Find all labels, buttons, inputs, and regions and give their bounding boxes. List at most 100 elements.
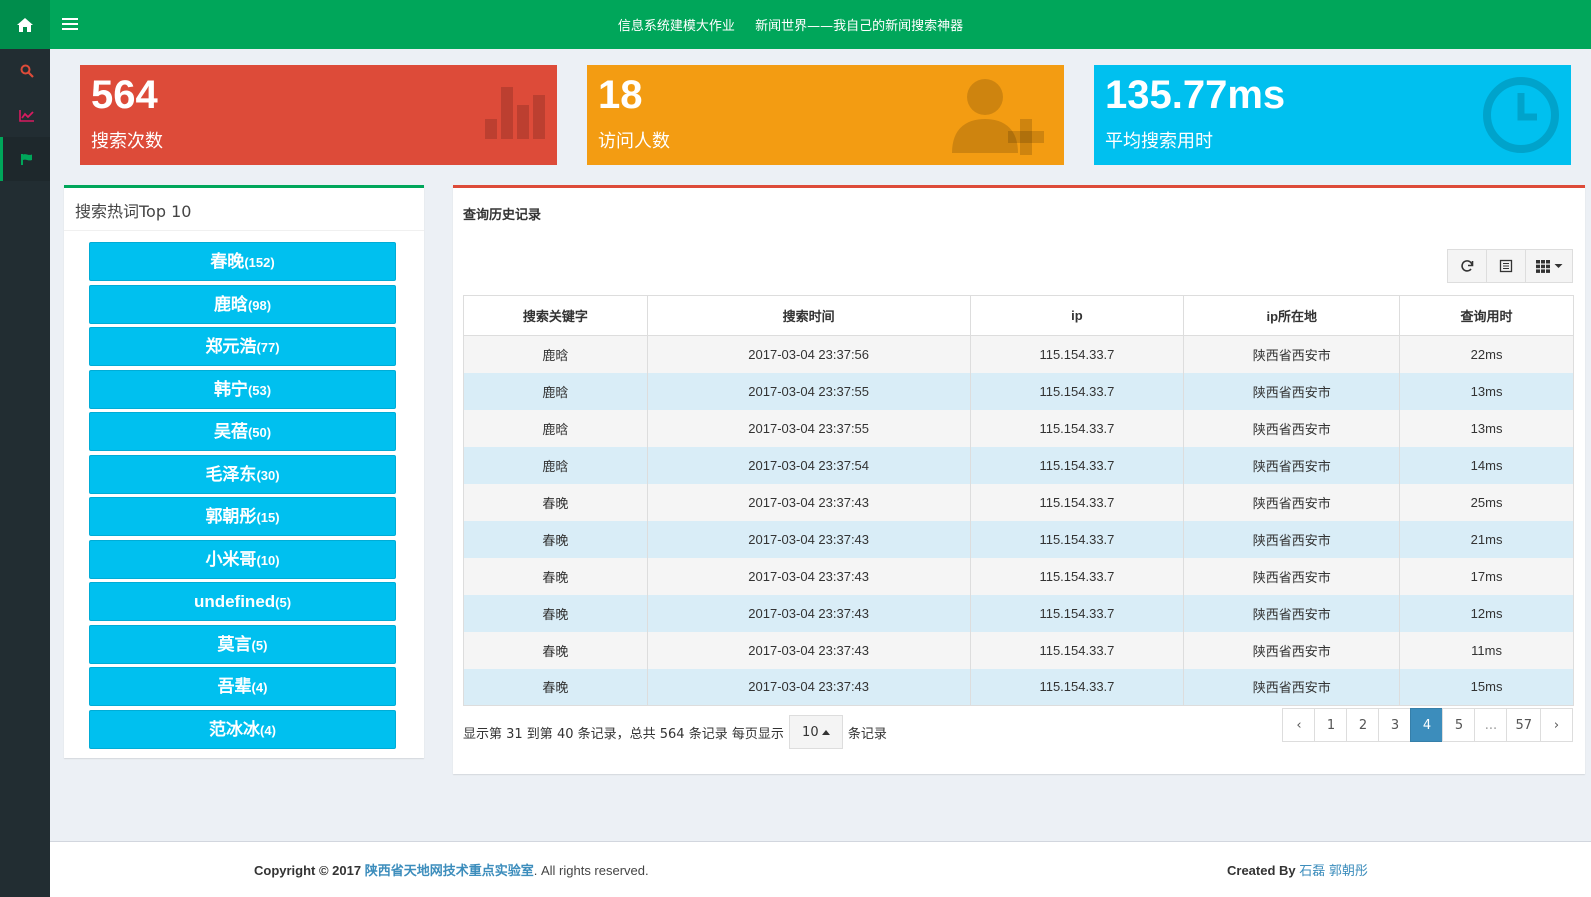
column-header[interactable]: ip bbox=[969, 295, 1185, 336]
hot-word-button[interactable]: 郑元浩(77) bbox=[89, 327, 396, 366]
hot-word-count: (10) bbox=[256, 552, 280, 568]
table-row[interactable]: 春晚 2017-03-04 23:37:43 115.154.33.7 陕西省西安市 1… bbox=[463, 557, 1574, 595]
page-button[interactable]: 3 bbox=[1378, 708, 1412, 742]
table-cell: 2017-03-04 23:37:54 bbox=[646, 446, 971, 484]
stat-searches-label: 搜索次数 bbox=[91, 131, 163, 152]
hot-word-label: 鹿晗 bbox=[213, 294, 248, 314]
prev-page-button[interactable]: ‹ bbox=[1282, 708, 1316, 742]
table-cell: 陕西省西安市 bbox=[1183, 483, 1401, 521]
hot-word-button[interactable]: 鹿晗(98) bbox=[89, 284, 396, 324]
hot-word-button[interactable]: undefined(5) bbox=[89, 582, 396, 621]
table-row[interactable]: 鹿晗 2017-03-04 23:37:54 115.154.33.7 陕西省西安市 1… bbox=[463, 446, 1574, 484]
table-cell: 春晚 bbox=[463, 520, 648, 558]
hot-words-list: 春晚(152) 鹿晗(98) 郑元浩(77) 韩宁(53) 吴蓓(50) 毛泽东(30) 郭… bbox=[64, 231, 424, 763]
refresh-button[interactable] bbox=[1447, 249, 1487, 283]
refresh-icon bbox=[1461, 260, 1474, 272]
table-toolbar bbox=[1447, 249, 1573, 283]
table-cell: 21ms bbox=[1399, 520, 1574, 558]
caret-down-icon bbox=[1554, 264, 1562, 268]
hot-word-button[interactable]: 小米哥(10) bbox=[89, 539, 396, 579]
toggle-view-button[interactable] bbox=[1486, 249, 1526, 283]
org-link[interactable]: 陕西省天地网技术重点实验室 bbox=[365, 863, 534, 878]
hot-word-button[interactable]: 郭朝彤(15) bbox=[89, 497, 396, 536]
hot-word-count: (50) bbox=[247, 425, 272, 440]
table-cell: 春晚 bbox=[463, 594, 648, 632]
table-cell: 2017-03-04 23:37:43 bbox=[646, 594, 971, 632]
table-row[interactable]: 鹿晗 2017-03-04 23:37:56 115.154.33.7 陕西省西安市 2… bbox=[463, 335, 1574, 373]
hot-word-button[interactable]: 毛泽东(30) bbox=[89, 454, 396, 494]
table-cell: 2017-03-04 23:37:43 bbox=[646, 557, 971, 595]
hot-word-button[interactable]: 吴蓓(50) bbox=[89, 412, 396, 451]
sidebar-item-flag[interactable] bbox=[0, 137, 50, 181]
grid-icon bbox=[1535, 259, 1550, 273]
table-cell: 13ms bbox=[1399, 409, 1574, 447]
page-button[interactable]: 57 bbox=[1506, 708, 1541, 742]
column-header[interactable]: 搜索关键字 bbox=[463, 295, 648, 336]
page-button[interactable]: 5 bbox=[1442, 708, 1476, 742]
table-row[interactable]: 春晚 2017-03-04 23:37:43 115.154.33.7 陕西省西安市 2… bbox=[463, 483, 1574, 521]
table-cell: 陕西省西安市 bbox=[1183, 520, 1401, 558]
sidebar-item-chart[interactable] bbox=[0, 93, 50, 137]
column-header[interactable]: 搜索时间 bbox=[646, 295, 971, 336]
hot-word-button[interactable]: 范冰冰(4) bbox=[89, 709, 396, 749]
hot-word-count: (4) bbox=[251, 680, 268, 695]
hot-word-count: (15) bbox=[256, 510, 280, 525]
table-cell: 2017-03-04 23:37:43 bbox=[646, 520, 971, 558]
sidebar bbox=[0, 0, 50, 897]
table-row[interactable]: 鹿晗 2017-03-04 23:37:55 115.154.33.7 陕西省西安市 1… bbox=[463, 409, 1574, 447]
hot-word-label: 小米哥 bbox=[205, 549, 257, 569]
table-cell: 115.154.33.7 bbox=[969, 446, 1185, 484]
table-cell: 陕西省西安市 bbox=[1183, 372, 1401, 410]
table-row[interactable]: 春晚 2017-03-04 23:37:43 115.154.33.7 陕西省西安市 1… bbox=[463, 631, 1574, 669]
table-cell: 陕西省西安市 bbox=[1183, 335, 1401, 373]
table-cell: 22ms bbox=[1399, 335, 1574, 373]
page-size-dropdown[interactable]: 10 bbox=[788, 715, 843, 749]
page-button[interactable]: 1 bbox=[1314, 708, 1348, 742]
table-cell: 2017-03-04 23:37:43 bbox=[646, 483, 971, 521]
bar-chart-icon bbox=[485, 87, 545, 139]
authors-link[interactable]: 石磊 郭朝彤 bbox=[1299, 863, 1368, 878]
table-body: 鹿晗 2017-03-04 23:37:56 115.154.33.7 陕西省西安市 2… bbox=[463, 335, 1574, 706]
table-row[interactable]: 春晚 2017-03-04 23:37:43 115.154.33.7 陕西省西安市 1… bbox=[463, 594, 1574, 632]
table-cell: 春晚 bbox=[463, 557, 648, 595]
table-cell: 春晚 bbox=[463, 668, 648, 706]
page-button[interactable]: 4 bbox=[1410, 708, 1444, 742]
page-button[interactable]: 2 bbox=[1346, 708, 1380, 742]
top-navbar: 信息系统建模大作业 新闻世界——我自己的新闻搜索神器 bbox=[50, 0, 1591, 49]
table-cell: 春晚 bbox=[463, 631, 648, 669]
table-cell: 14ms bbox=[1399, 446, 1574, 484]
hot-word-button[interactable]: 吾辈(4) bbox=[89, 667, 396, 706]
columns-dropdown-button[interactable] bbox=[1525, 249, 1573, 283]
next-page-button[interactable]: › bbox=[1540, 708, 1573, 742]
table-cell: 17ms bbox=[1399, 557, 1574, 595]
page-size-value: 10 bbox=[802, 724, 819, 740]
table-cell: 鹿晗 bbox=[463, 335, 648, 373]
column-header[interactable]: ip所在地 bbox=[1183, 295, 1401, 336]
history-table: 搜索关键字 搜索时间 ip ip所在地 查询用时 鹿晗 2017-03-04 23:37:… bbox=[463, 295, 1574, 706]
hot-word-button[interactable]: 韩宁(53) bbox=[89, 369, 396, 409]
home-icon bbox=[17, 17, 33, 32]
hot-word-label: undefined bbox=[193, 592, 276, 611]
table-row[interactable]: 鹿晗 2017-03-04 23:37:55 115.154.33.7 陕西省西安市 1… bbox=[463, 372, 1574, 410]
hot-word-count: (5) bbox=[275, 595, 292, 610]
table-row[interactable]: 春晚 2017-03-04 23:37:43 115.154.33.7 陕西省西安市 1… bbox=[463, 668, 1574, 706]
line-chart-icon bbox=[18, 109, 34, 122]
hot-word-button[interactable]: 莫言(5) bbox=[89, 624, 396, 664]
table-cell: 115.154.33.7 bbox=[969, 594, 1185, 632]
table-cell: 115.154.33.7 bbox=[969, 668, 1185, 706]
sidebar-item-search[interactable] bbox=[0, 49, 50, 93]
clock-icon bbox=[1483, 77, 1559, 153]
copyright-text: Copyright © 2017 bbox=[254, 863, 362, 878]
page-info-suffix: 条记录 bbox=[847, 726, 887, 742]
rights-text: . All rights reserved. bbox=[533, 863, 649, 878]
footer-credits: Created By 石磊 郭朝彤 bbox=[1227, 860, 1368, 879]
column-header[interactable]: 查询用时 bbox=[1399, 295, 1574, 336]
table-cell: 11ms bbox=[1399, 631, 1574, 669]
hot-word-label: 郭朝彤 bbox=[205, 507, 257, 526]
hot-word-button[interactable]: 春晚(152) bbox=[89, 242, 396, 281]
table-row[interactable]: 春晚 2017-03-04 23:37:43 115.154.33.7 陕西省西安市 2… bbox=[463, 520, 1574, 558]
sidebar-item-home[interactable] bbox=[0, 0, 50, 49]
hot-word-label: 郑元浩 bbox=[205, 337, 257, 356]
stat-searches-value: 564 bbox=[91, 73, 158, 117]
user-plus-icon bbox=[952, 79, 1044, 155]
